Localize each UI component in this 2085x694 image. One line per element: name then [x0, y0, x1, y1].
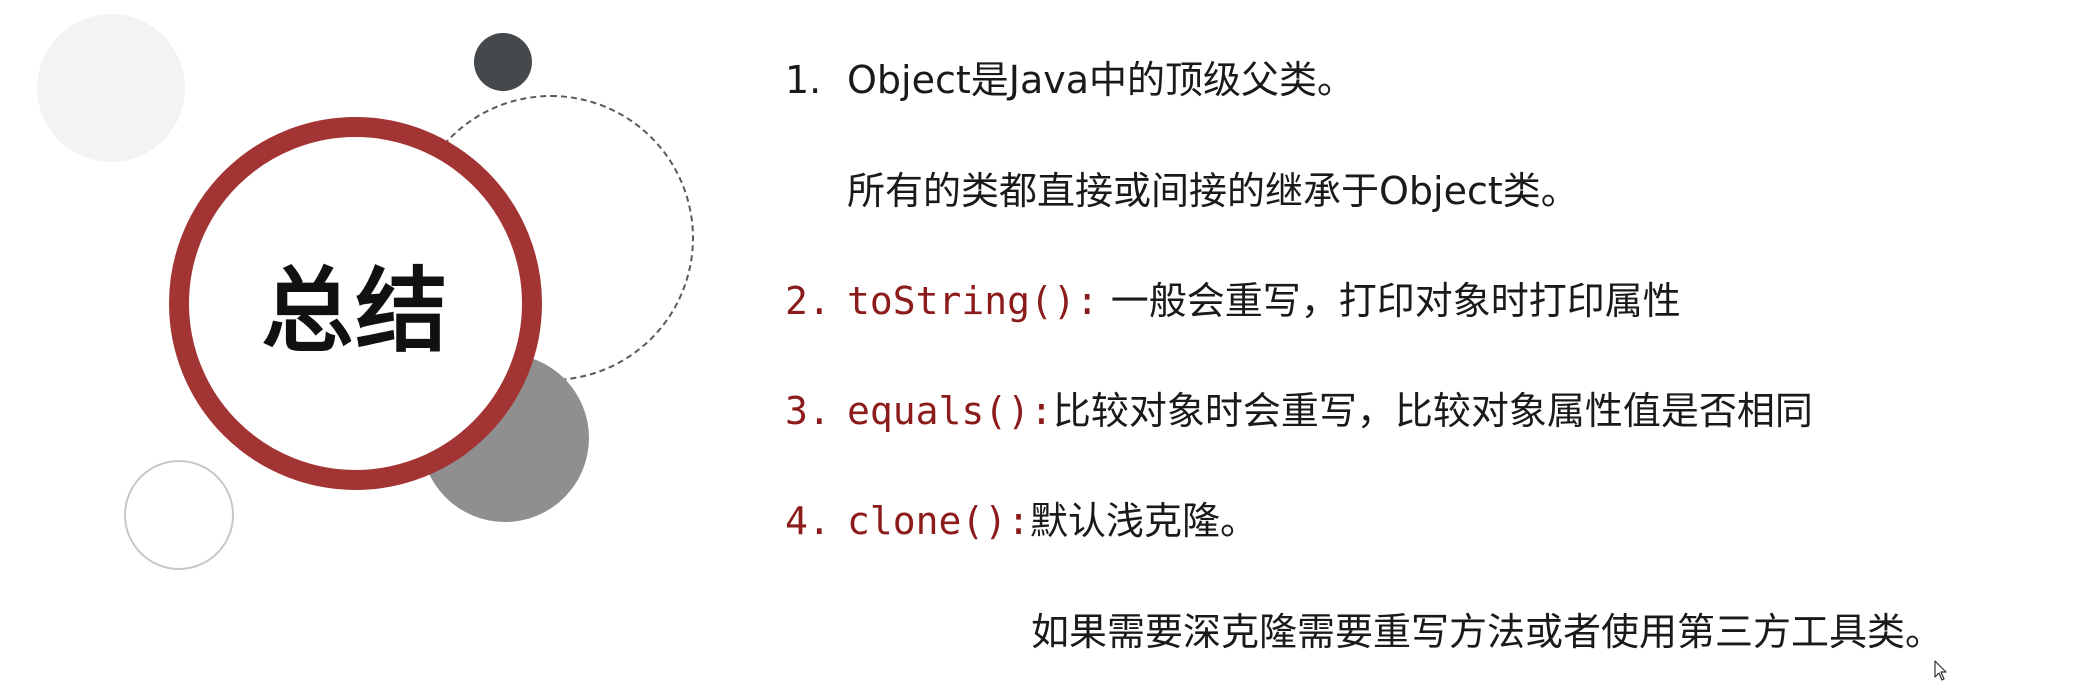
method-name: equals(): [847, 389, 1053, 433]
item-number: 1. [785, 58, 822, 102]
method-name: toString(): [847, 279, 1099, 323]
item-number: 4. [785, 499, 831, 543]
summary-item-4-continuation: 如果需要深克隆需要重写方法或者使用第三方工具类。 [1031, 610, 1943, 654]
item-text: Object是Java中的顶级父类。 [847, 58, 1356, 102]
item-number: 3. [785, 389, 831, 433]
summary-item-3: 3. equals():比较对象时会重写，比较对象属性值是否相同 [785, 389, 1813, 433]
item-text: 默认浅克隆。 [1030, 499, 1259, 543]
summary-item-4: 4. clone():默认浅克隆。 [785, 499, 1258, 543]
item-text: 所有的类都直接或间接的继承于Object类。 [847, 169, 1579, 213]
summary-list: 1. Object是Java中的顶级父类。 所有的类都直接或间接的继承于Objec… [0, 0, 2085, 694]
item-number: 2. [785, 279, 831, 323]
item-text: 一般会重写，打印对象时打印属性 [1098, 279, 1681, 323]
summary-item-2: 2. toString(): 一般会重写，打印对象时打印属性 [785, 279, 1681, 323]
method-name: clone(): [847, 499, 1031, 543]
item-text: 如果需要深克隆需要重写方法或者使用第三方工具类。 [1031, 610, 1944, 654]
mouse-cursor-icon [1934, 660, 1947, 681]
summary-item-1-continuation: 所有的类都直接或间接的继承于Object类。 [847, 169, 1579, 213]
summary-item-1: 1. Object是Java中的顶级父类。 [785, 58, 1355, 102]
item-text: 比较对象时会重写，比较对象属性值是否相同 [1052, 389, 1813, 433]
slide: 总结 1. Object是Java中的顶级父类。 所有的类都直接或间接的继承于Ob… [0, 0, 2085, 694]
